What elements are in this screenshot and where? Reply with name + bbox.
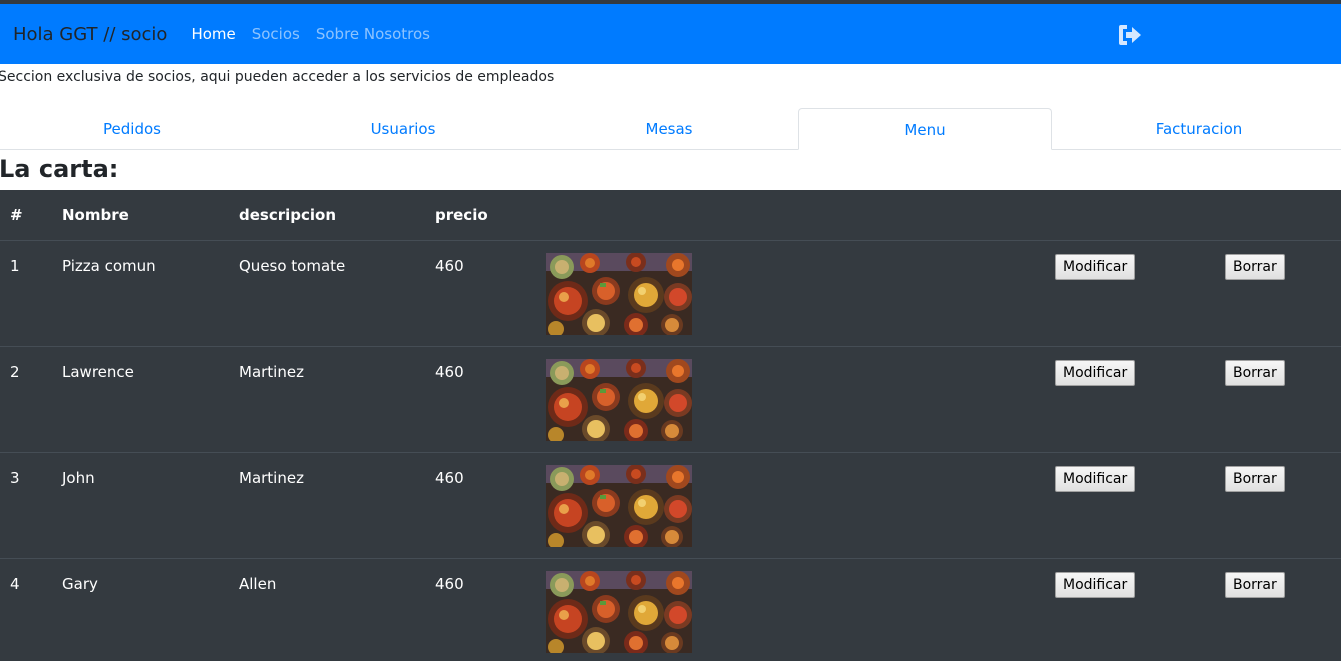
header-image xyxy=(536,190,1045,241)
tab-bar: Pedidos Usuarios Mesas Menu Facturacion xyxy=(0,108,1341,150)
page-title: La carta: xyxy=(0,155,119,183)
tab-menu[interactable]: Menu xyxy=(798,108,1052,150)
cell-nombre: Pizza comun xyxy=(52,240,229,347)
tab-usuarios[interactable]: Usuarios xyxy=(272,108,534,148)
delete-button[interactable]: Borrar xyxy=(1225,360,1285,386)
delete-button[interactable]: Borrar xyxy=(1225,572,1285,598)
tab-facturacion[interactable]: Facturacion xyxy=(1058,108,1340,148)
cell-image xyxy=(536,558,1045,661)
modify-button[interactable]: Modificar xyxy=(1055,466,1136,492)
tab-mesas[interactable]: Mesas xyxy=(540,108,798,148)
table-row: 2 Lawrence Martinez 460 Modificar Borrar xyxy=(0,346,1341,453)
cell-descripcion: Martinez xyxy=(229,346,425,453)
header-delete xyxy=(1215,190,1341,241)
header-num: # xyxy=(0,190,52,241)
cell-delete: Borrar xyxy=(1215,346,1341,453)
cell-num: 2 xyxy=(0,346,52,453)
cell-num: 4 xyxy=(0,558,52,661)
cell-nombre: John xyxy=(52,452,229,559)
cell-nombre: Gary xyxy=(52,558,229,661)
food-dishes-photo xyxy=(546,359,692,441)
cell-delete: Borrar xyxy=(1215,558,1341,661)
nav-link-sobre-nosotros[interactable]: Sobre Nosotros xyxy=(316,25,430,43)
header-modify xyxy=(1045,190,1215,241)
nav-link-home[interactable]: Home xyxy=(191,25,235,43)
cell-image xyxy=(536,240,1045,347)
table-row: 1 Pizza comun Queso tomate 460 Modificar… xyxy=(0,240,1341,347)
cell-num: 1 xyxy=(0,240,52,347)
food-dishes-photo xyxy=(546,571,692,653)
cell-modify: Modificar xyxy=(1045,346,1215,453)
cell-num: 3 xyxy=(0,452,52,559)
cell-delete: Borrar xyxy=(1215,452,1341,559)
cell-descripcion: Queso tomate xyxy=(229,240,425,347)
menu-table: # Nombre descripcion precio 1 Pizza comu… xyxy=(0,190,1341,661)
header-descripcion: descripcion xyxy=(229,190,425,241)
cell-precio: 460 xyxy=(425,558,536,661)
delete-button[interactable]: Borrar xyxy=(1225,466,1285,492)
delete-button[interactable]: Borrar xyxy=(1225,254,1285,280)
food-dishes-photo xyxy=(546,465,692,547)
cell-nombre: Lawrence xyxy=(52,346,229,453)
modify-button[interactable]: Modificar xyxy=(1055,572,1136,598)
cell-descripcion: Allen xyxy=(229,558,425,661)
cell-modify: Modificar xyxy=(1045,452,1215,559)
intro-text: Seccion exclusiva de socios, aqui pueden… xyxy=(0,69,555,85)
tab-pedidos[interactable]: Pedidos xyxy=(0,108,264,148)
modify-button[interactable]: Modificar xyxy=(1055,360,1136,386)
food-dishes-photo xyxy=(546,253,692,335)
cell-image xyxy=(536,346,1045,453)
table-row: 3 John Martinez 460 Modificar Borrar xyxy=(0,452,1341,559)
navbar: Hola GGT // socio Home Socios Sobre Noso… xyxy=(0,4,1341,64)
cell-precio: 460 xyxy=(425,346,536,453)
nav-link-socios[interactable]: Socios xyxy=(252,25,300,43)
modify-button[interactable]: Modificar xyxy=(1055,254,1136,280)
cell-precio: 460 xyxy=(425,240,536,347)
header-nombre: Nombre xyxy=(52,190,229,241)
navbar-brand[interactable]: Hola GGT // socio xyxy=(13,24,167,45)
table-row: 4 Gary Allen 460 Modificar Borrar xyxy=(0,558,1341,661)
header-precio: precio xyxy=(425,190,536,241)
cell-modify: Modificar xyxy=(1045,240,1215,347)
cell-descripcion: Martinez xyxy=(229,452,425,559)
cell-precio: 460 xyxy=(425,452,536,559)
table-header-row: # Nombre descripcion precio xyxy=(0,190,1341,241)
sign-out-icon[interactable] xyxy=(1117,23,1143,47)
cell-modify: Modificar xyxy=(1045,558,1215,661)
cell-delete: Borrar xyxy=(1215,240,1341,347)
cell-image xyxy=(536,452,1045,559)
